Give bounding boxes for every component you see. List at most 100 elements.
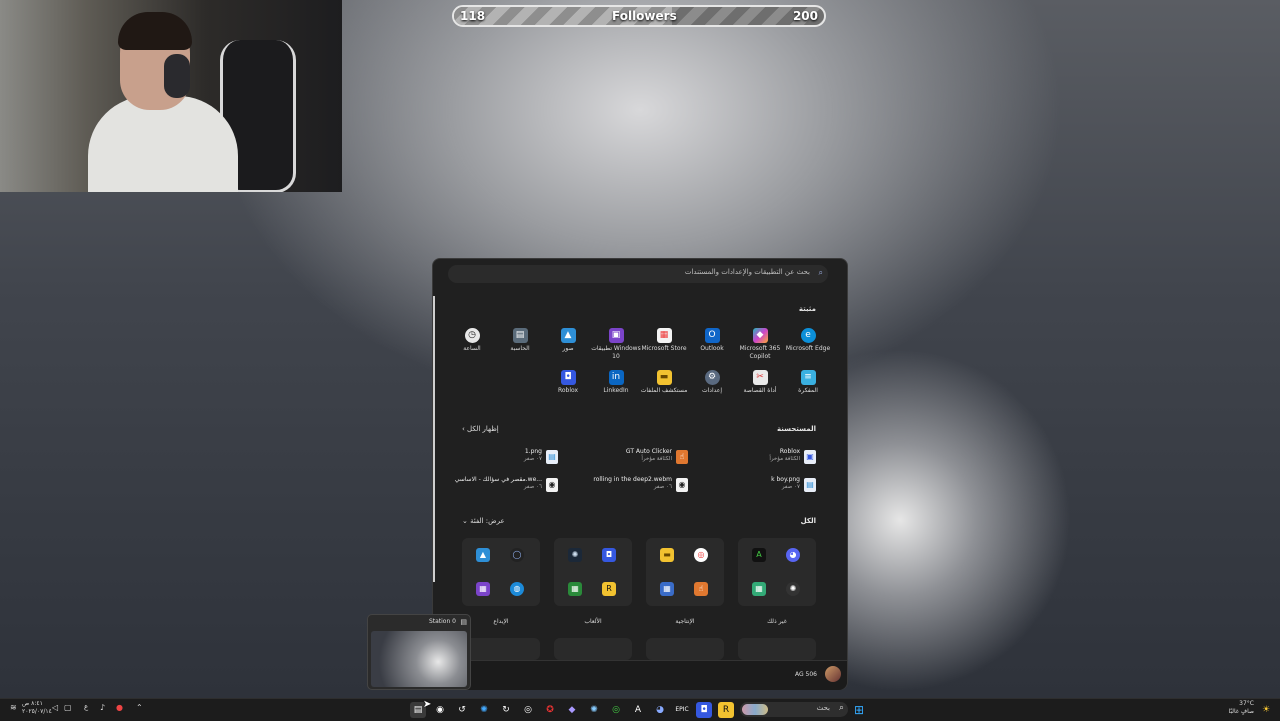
- store-icon: ▦: [656, 328, 672, 343]
- pinned-app-file-explorer[interactable]: ▬ مستكشف الملفات: [639, 370, 689, 395]
- show-hidden-icons-chevron-icon[interactable]: ⌃: [136, 703, 143, 712]
- taskbar-app-roblox[interactable]: ◘: [696, 702, 712, 718]
- view-by-category-button[interactable]: ⌄ عرض: الفئة: [462, 517, 505, 525]
- taskbar-app-chrome[interactable]: ◎: [608, 702, 624, 718]
- image-file-icon: ▤: [546, 450, 558, 464]
- weather-temp: 37°C: [1239, 700, 1254, 707]
- recommended-item[interactable]: ▤ 1.png ٠٧ صفر: [428, 446, 558, 468]
- clock[interactable]: ٨:٤١ ص ٢٠٢٥/٠٧/١٤: [22, 700, 52, 716]
- preview-image: [371, 631, 467, 687]
- taskbar-app-obs-studio[interactable]: ◎: [520, 702, 536, 718]
- taskbar-app-adobe[interactable]: A: [630, 702, 646, 718]
- taskbar-app-copilot[interactable]: ◆: [564, 702, 580, 718]
- followers-goal: 200: [792, 9, 818, 23]
- pinned-app-snipping-tool[interactable]: ✂ أداة القصاصة: [735, 370, 785, 395]
- copilot-icon: ◆: [752, 328, 768, 343]
- taskbar-app-steam[interactable]: ✺: [476, 702, 492, 718]
- discord-icon: ◕: [786, 548, 800, 562]
- show-all-button[interactable]: ‹ إظهار الكل: [462, 425, 499, 433]
- chrome-icon: ◎: [694, 548, 708, 562]
- roblox-icon: ◘: [602, 548, 616, 562]
- category-tile-more[interactable]: [738, 638, 816, 660]
- recommended-item[interactable]: ◉ rolling in the deep2.webm ٠٦ صفر: [558, 474, 688, 496]
- user-name[interactable]: AG 506: [795, 671, 817, 678]
- mouse-cursor-icon: ➤: [423, 699, 432, 710]
- category-tile-more[interactable]: [646, 638, 724, 660]
- preview-title: Station 0: [428, 618, 456, 625]
- weather-widget[interactable]: 37°C صافٍ غالبًا: [1229, 700, 1254, 716]
- taskbar-search-box[interactable]: بحث ⌕: [740, 702, 848, 717]
- taskbar-thumbnail-preview[interactable]: Station 0 ▤: [367, 614, 471, 690]
- pinned-app-edge[interactable]: e Microsoft Edge: [783, 328, 833, 353]
- category-tile-creativity[interactable]: ◯ ▲ ◍ ▦: [462, 538, 540, 606]
- pinned-app-copilot[interactable]: ◆ Microsoft 365 Copilot: [735, 328, 785, 361]
- category-tile-productivity[interactable]: ◎ ▬ ☝ ▦: [646, 538, 724, 606]
- record-icon[interactable]: ●: [116, 703, 123, 712]
- taskbar-app-sync[interactable]: ↻: [498, 702, 514, 718]
- pinned-app-photos[interactable]: ▲ صور: [543, 328, 593, 353]
- notification-icon[interactable]: ▢: [64, 703, 72, 712]
- microphone-icon[interactable]: ♪: [100, 703, 105, 712]
- category-label: الألعاب: [584, 618, 602, 625]
- pinned-app-notepad[interactable]: ≡ المفكرة: [783, 370, 833, 395]
- taskbar-search-label: بحث: [816, 704, 830, 712]
- pinned-app-calculator[interactable]: ▤ الحاسبة: [495, 328, 545, 353]
- image-file-icon: ▤: [804, 478, 816, 492]
- file-explorer-icon: ▬: [656, 370, 672, 385]
- apps-icon: ▣: [608, 328, 624, 343]
- pinned-app-clock[interactable]: ◷ الساعة: [447, 328, 497, 353]
- roblox-icon: ◘: [560, 370, 576, 385]
- avatar[interactable]: [825, 666, 841, 682]
- pinned-app-store[interactable]: ▦ Microsoft Store: [639, 328, 689, 353]
- person-shirt: [88, 96, 238, 192]
- photos-icon: ▲: [476, 548, 490, 562]
- start-search-input[interactable]: بحث عن التطبيقات والإعدادات والمستندات ⌕: [448, 265, 828, 283]
- category-tile-more[interactable]: [554, 638, 632, 660]
- taskbar-app-game[interactable]: ✪: [542, 702, 558, 718]
- clock-date: ٢٠٢٥/٠٧/١٤: [22, 708, 52, 715]
- search-placeholder: بحث عن التطبيقات والإعدادات والمستندات: [684, 268, 810, 276]
- recommended-item[interactable]: ▣ Roblox الكثافة مؤخراً: [686, 446, 816, 468]
- show-all-label: إظهار الكل: [467, 425, 499, 433]
- app-grid-icon: ▦: [752, 582, 766, 596]
- search-icon: ⌕: [818, 268, 823, 277]
- pinned-app-win10-apps[interactable]: ▣ تطبيقات Windows 10: [591, 328, 641, 361]
- pinned-app-settings[interactable]: ⚙ إعدادات: [687, 370, 737, 395]
- calculator-icon: ▤: [512, 328, 528, 343]
- recommended-item[interactable]: ▤ k boy.png ٠٧ صفر: [686, 474, 816, 496]
- volume-icon[interactable]: ◁: [52, 703, 58, 712]
- category-label: الإبداع: [493, 618, 509, 625]
- folder-icon: ▬: [660, 548, 674, 562]
- taskbar-app-rockstar[interactable]: R: [718, 702, 734, 718]
- pinned-app-roblox[interactable]: ◘ Roblox: [543, 370, 593, 395]
- headset: [164, 54, 190, 98]
- all-apps-title: الكل: [800, 517, 816, 525]
- windows-start-icon[interactable]: ⊞: [851, 702, 867, 718]
- notepad-icon: ≡: [800, 370, 816, 385]
- edge-icon: e: [800, 328, 816, 343]
- pinned-app-linkedin[interactable]: in LinkedIn: [591, 370, 641, 395]
- taskbar-app-steam-alt[interactable]: ✺: [586, 702, 602, 718]
- language-indicator[interactable]: ع: [84, 703, 88, 711]
- taskbar-app-discord[interactable]: ◕: [652, 702, 668, 718]
- recommended-item[interactable]: ☝ GT Auto Clicker الكثافة مؤخراً: [558, 446, 688, 468]
- taskbar-app-epic[interactable]: EPIC: [674, 702, 690, 718]
- linkedin-icon: in: [608, 370, 624, 385]
- category-tile-other[interactable]: ◕ A ✺ ▦: [738, 538, 816, 606]
- category-tile-games[interactable]: ◘ ✺ R ▦: [554, 538, 632, 606]
- clock-time: ٨:٤١ ص: [22, 700, 43, 707]
- wifi-icon[interactable]: ≋: [10, 703, 17, 712]
- scrollbar[interactable]: [433, 296, 435, 582]
- auto-clicker-icon: ☝: [676, 450, 688, 464]
- recommended-item[interactable]: ◉ مقصر في سؤالك - الاساسي.we... ٠٦ صفر: [428, 474, 558, 496]
- steam-icon: ✺: [568, 548, 582, 562]
- obs-icon: ◯: [510, 548, 524, 562]
- pinned-title: مثبتة: [798, 305, 816, 313]
- category-tile-more[interactable]: [462, 638, 540, 660]
- taskbar-app-obs[interactable]: ◉: [432, 702, 448, 718]
- pinned-app-outlook[interactable]: O Outlook: [687, 328, 737, 353]
- view-by-label: عرض: الفئة: [470, 517, 505, 525]
- taskbar-app-refresh[interactable]: ↺: [454, 702, 470, 718]
- search-highlight-image: [742, 704, 768, 715]
- start-menu-footer: AG 506: [433, 660, 847, 690]
